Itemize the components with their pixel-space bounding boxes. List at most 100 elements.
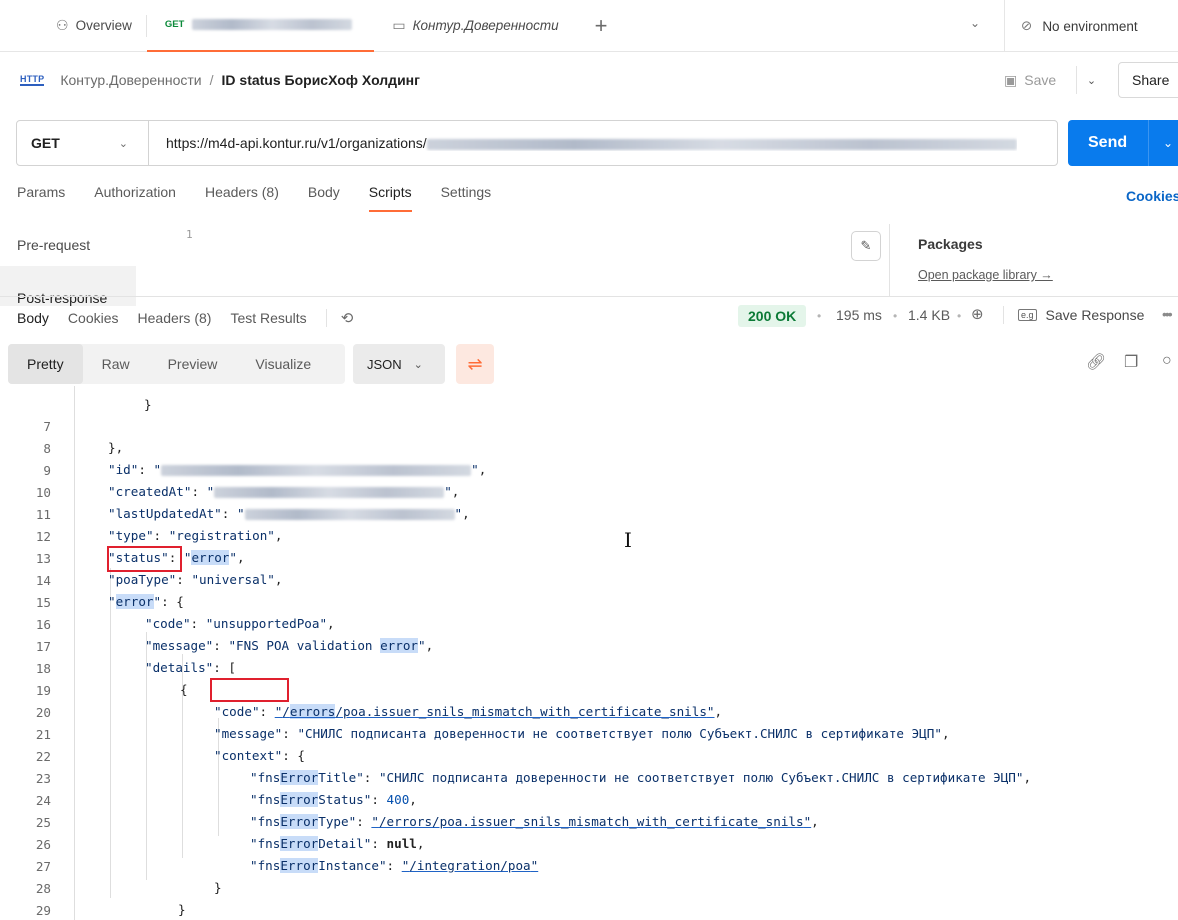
url-input[interactable]: https://m4d-api.kontur.ru/v1/organizatio… [149,135,1017,151]
method-selector[interactable]: GET ⌄ [17,121,149,165]
http-icon: HTTP [20,74,45,86]
code-line: 12 "status": "error", [0,504,1178,566]
meta-dot: • [817,309,822,323]
environment-label: No environment [1042,18,1138,34]
code-line: 15 "code": "unsupportedPoa", [0,570,1178,632]
code-line: 24 "fnsErrorType": "/errors/poa.issuer_s… [0,768,1178,830]
redacted-tab-title [192,19,353,30]
copy-icon[interactable]: ❐ [1124,352,1138,372]
search-icon[interactable]: ○ [1162,352,1172,370]
request-tabs: Params Authorization Headers (8) Body Sc… [17,184,520,212]
code-line: 26 "fnsErrorInstance": "/integration/poa… [0,812,1178,874]
packages-title: Packages [918,236,983,252]
redacted-url-path [426,138,1017,150]
response-tab-body[interactable]: Body [17,310,49,326]
tab-bar: ⚇ Overview GET ▭ Контур.Доверенности + ⌄… [0,0,1178,52]
code-line: 30 }, [0,898,1178,920]
snippets-icon[interactable]: ✎ [851,231,881,261]
code-line: 9 "createdAt": " ", [0,438,1178,500]
code-line: 21 "context": { [0,702,1178,764]
tab-authorization[interactable]: Authorization [94,184,176,212]
code-line: 7 }, [0,394,1178,456]
response-size[interactable]: 1.4 KB [908,307,950,323]
code-line: 8 "id": " ", [0,416,1178,478]
breadcrumb: HTTP Контур.Доверенности / ID status Бор… [20,68,420,92]
status-badge[interactable]: 200 OK [738,305,807,327]
history-icon[interactable]: ⟲ [341,309,354,327]
code-line: 13 "poaType": "universal", [0,526,1178,588]
post-response-item[interactable]: Post-response [0,266,136,306]
scripts-sidebar: Pre-request Post-response [0,224,136,306]
code-line: 17 "details": [ [0,614,1178,676]
request-title[interactable]: ID status БорисХоф Холдинг [222,72,420,88]
tab-request-active[interactable]: GET [146,0,375,52]
save-button[interactable]: ▣ Save [1004,66,1056,94]
code-line: 16 "message": "FNS POA validation error"… [0,592,1178,654]
meta-divider [1003,306,1004,324]
response-body-editor[interactable]: } 7 }, 8 "id": " ", 9 "createdAt": " ", 10… [0,386,1178,920]
response-tabs: Body Cookies Headers (8) Test Results ⟲ [17,307,353,329]
annotation-box-error [107,546,182,572]
text-cursor-icon: I [624,528,632,552]
send-options-chevron-icon[interactable]: ⌄ [1148,120,1178,166]
response-tab-headers[interactable]: Headers (8) [138,310,212,326]
save-dropdown-chevron-icon[interactable]: ⌄ [1076,66,1106,94]
tab-body[interactable]: Body [308,184,340,212]
response-tab-test-results[interactable]: Test Results [230,310,306,326]
tab-overview-label: Overview [75,18,132,33]
code-line: 28 } [0,856,1178,918]
code-line: 29 ] [0,878,1178,918]
code-line: 19 "code": "/errors/poa.issuer_snils_mis… [0,658,1178,720]
tab-collection-label: Контур.Доверенности [412,18,559,33]
more-options-icon[interactable]: ••• [1162,306,1173,322]
tab-method-badge: GET [164,19,185,30]
tab-settings[interactable]: Settings [441,184,492,212]
tab-params[interactable]: Params [17,184,65,212]
send-button[interactable]: Send ⌄ [1068,120,1178,166]
url-bar: GET ⌄ https://m4d-api.kontur.ru/v1/organ… [16,120,1058,166]
tab-overview[interactable]: ⚇ Overview [0,0,146,52]
save-icon: ▣ [1004,71,1018,88]
packages-divider [889,224,890,296]
response-tab-cookies[interactable]: Cookies [68,310,119,326]
annotation-box-message [210,678,289,702]
overview-icon: ⚇ [56,17,69,33]
save-response-button[interactable]: e.g Save Response [1018,307,1144,323]
send-label: Send [1088,134,1128,151]
tab-headers[interactable]: Headers (8) [205,184,279,212]
cookies-link[interactable]: Cookies [1126,188,1178,204]
save-label: Save [1024,72,1057,88]
code-line: 25 "fnsErrorDetail": null, [0,790,1178,852]
code-line: 20 "message": "СНИЛС подписанта доверенн… [0,680,1178,742]
method-label: GET [31,135,60,151]
environment-selector[interactable]: ⊘ No environment [1004,0,1178,52]
copy-link-icon[interactable]: 🔗︎ [1086,352,1106,372]
meta-dot: • [893,309,898,323]
breadcrumb-separator: / [209,72,214,88]
response-time[interactable]: 195 ms [836,307,882,323]
script-line-number: 1 [186,228,193,241]
no-environment-icon: ⊘ [1021,18,1033,33]
method-chevron-icon: ⌄ [118,137,128,150]
code-line: 22 "fnsErrorTitle": "СНИЛС подписанта до… [0,724,1178,786]
response-divider[interactable] [0,296,1178,297]
collection-icon: ▭ [392,17,406,33]
tab-scripts[interactable]: Scripts [368,184,412,212]
tabs-divider [325,309,327,327]
code-line: 10 "lastUpdatedAt": " ", [0,460,1178,522]
meta-dot: • [957,309,962,323]
format-chevron-icon: ⌄ [413,358,423,371]
code-line: 11 "type": "registration", [0,482,1178,544]
code-line: 23 "fnsErrorStatus": 400, [0,746,1178,808]
tabs-dropdown-chevron-icon[interactable]: ⌄ [970,16,980,30]
pre-request-item[interactable]: Pre-request [0,224,136,266]
save-response-label: Save Response [1045,307,1145,323]
open-package-library-link[interactable]: Open package library → [918,268,1053,282]
new-tab-button[interactable]: + [573,13,630,39]
format-label: JSON [367,356,402,372]
breadcrumb-collection[interactable]: Контур.Доверенности [60,72,201,88]
network-info-icon[interactable]: ⊕ [971,305,984,323]
share-button[interactable]: Share [1118,62,1178,98]
tab-collection[interactable]: ▭ Контур.Доверенности [374,0,572,52]
code-line: } [144,396,152,412]
